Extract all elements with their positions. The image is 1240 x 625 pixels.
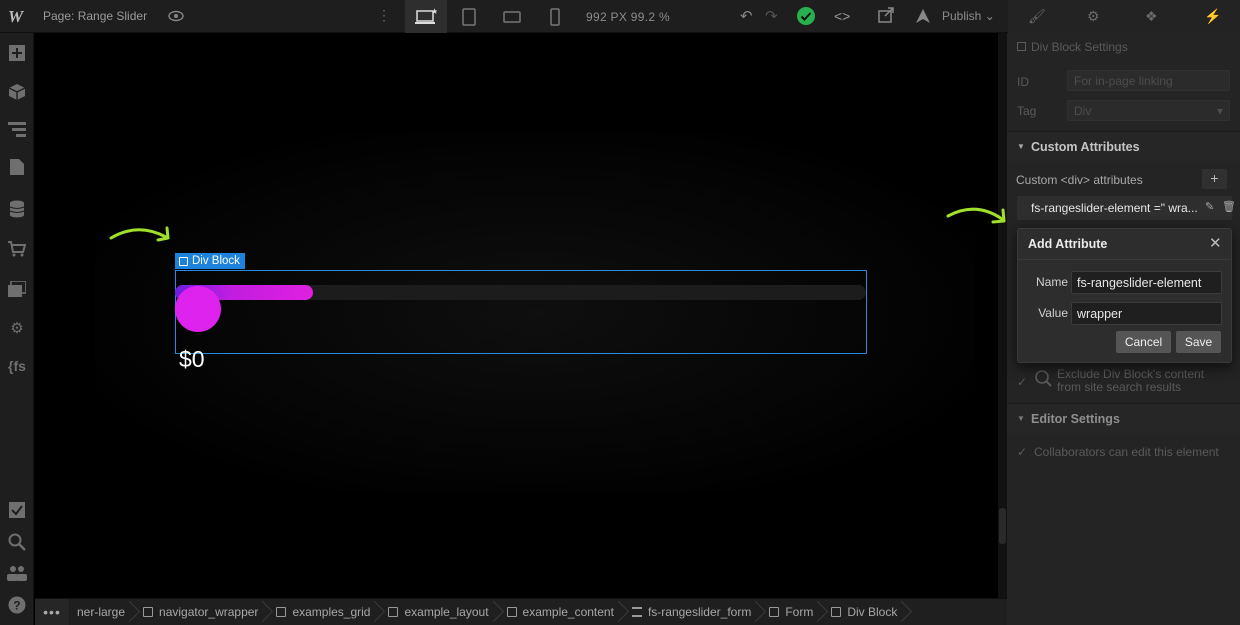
publish-button[interactable]: Publish ⌄	[942, 9, 995, 23]
tag-select[interactable]: Div ▾	[1067, 100, 1230, 121]
add-attribute-button[interactable]: +	[1202, 169, 1227, 189]
div-block-icon	[276, 607, 287, 617]
undo-icon[interactable]: ↶	[740, 7, 753, 25]
more-options-icon[interactable]: ⋮	[377, 7, 391, 24]
save-button[interactable]: Save	[1176, 331, 1221, 353]
collaborators-text: Collaborators can edit this element	[1034, 445, 1219, 459]
interactions-icon[interactable]: ❖	[1145, 8, 1158, 25]
saved-status-icon	[796, 6, 816, 30]
ecommerce-cart-icon[interactable]	[7, 239, 27, 259]
preview-eye-icon[interactable]	[168, 9, 184, 23]
value-label: Value	[1038, 306, 1068, 320]
collapse-triangle-icon: ▼	[1017, 142, 1025, 151]
settings-title: Div Block Settings	[1017, 40, 1128, 54]
form-icon	[631, 607, 642, 617]
annotation-arrow-left	[109, 226, 170, 242]
div-block-icon	[506, 607, 517, 617]
search-exclude-icon	[1034, 369, 1052, 390]
breadcrumb-item[interactable]: Div Block	[823, 599, 907, 625]
mobile-portrait-breakpoint-icon[interactable]	[534, 0, 576, 33]
div-block-icon	[1017, 42, 1026, 51]
assets-images-icon[interactable]	[7, 279, 27, 299]
add-panel-icon[interactable]	[7, 43, 27, 63]
tasks-check-icon[interactable]	[7, 500, 27, 520]
tablet-breakpoint-icon[interactable]	[448, 0, 490, 33]
settings-gear-icon[interactable]: ⚙	[1087, 8, 1100, 25]
check-icon: ✓	[1017, 375, 1028, 389]
settings-gear-icon[interactable]: ⚙	[7, 318, 27, 338]
div-block-icon	[179, 256, 188, 266]
modal-divider	[1018, 259, 1231, 260]
name-label: Name	[1035, 275, 1068, 289]
attribute-row[interactable]: fs-rangeslider-element =" wra... ✎ 🗑	[1017, 196, 1236, 220]
navigator-icon[interactable]	[7, 119, 27, 139]
style-brush-icon[interactable]: 🖌	[1028, 8, 1046, 25]
svg-text:?: ?	[13, 599, 20, 613]
svg-text:★: ★	[431, 8, 437, 16]
top-bar: W Page: Range Slider ⋮ ★ 992 PX 99.2 % ↶…	[0, 0, 1240, 33]
tag-label: Tag	[1017, 104, 1037, 118]
help-icon[interactable]: ?	[7, 595, 27, 615]
attribute-value-input[interactable]	[1071, 302, 1222, 325]
close-icon[interactable]: ✕	[1209, 234, 1222, 252]
scrollbar-thumb[interactable]	[999, 508, 1006, 544]
lightning-icon[interactable]: ⚡	[1204, 8, 1221, 25]
canvas-scrollbar[interactable]	[998, 33, 1007, 598]
breadcrumb-more-icon[interactable]: •••	[35, 599, 69, 625]
annotation-arrow-right	[946, 207, 1006, 224]
breadcrumb-item[interactable]: example_content	[499, 599, 624, 625]
pages-icon[interactable]	[7, 157, 27, 177]
left-toolbar: ⚙ {fs ?	[0, 33, 34, 625]
range-slider-handle[interactable]	[175, 286, 221, 332]
panel-tabs: 🖌 ⚙ ❖ ⚡	[1008, 0, 1240, 33]
edit-pencil-icon[interactable]: ✎	[1205, 200, 1214, 213]
cancel-button[interactable]: Cancel	[1116, 331, 1171, 353]
redo-icon[interactable]: ↷	[765, 7, 778, 25]
finsweet-fs-icon[interactable]: {fs	[7, 356, 27, 376]
canvas-dimensions: 992 PX 99.2 %	[586, 10, 670, 24]
webflow-logo[interactable]: W	[8, 7, 28, 27]
share-icon[interactable]	[877, 6, 895, 28]
search-icon[interactable]	[7, 532, 27, 552]
attribute-name-input[interactable]	[1071, 271, 1222, 294]
div-block-icon	[769, 607, 780, 617]
editor-settings-section[interactable]: ▼ Editor Settings	[1007, 403, 1240, 433]
div-block-icon	[388, 607, 399, 617]
trash-icon[interactable]: 🗑	[1222, 200, 1236, 213]
breadcrumb-item[interactable]: ner-large	[69, 599, 135, 625]
chevron-down-icon: ▾	[1216, 104, 1223, 118]
selected-element-tag[interactable]: Div Block	[175, 253, 245, 269]
id-label: ID	[1017, 75, 1029, 89]
selected-div-block-outline[interactable]	[175, 270, 867, 354]
div-block-icon	[143, 607, 154, 617]
users-icon[interactable]	[7, 563, 27, 583]
custom-attributes-label: Custom <div> attributes	[1016, 173, 1143, 187]
breadcrumb: ••• ner-large navigator_wrapper examples…	[35, 598, 1007, 625]
search-exclude-text: Exclude Div Block's content from site se…	[1057, 367, 1205, 394]
publish-rocket-icon	[915, 8, 931, 28]
breadcrumb-item[interactable]: navigator_wrapper	[135, 599, 268, 625]
symbols-cube-icon[interactable]	[7, 82, 27, 102]
range-slider-value: $0	[179, 346, 205, 372]
modal-title: Add Attribute	[1028, 237, 1108, 251]
page-selector[interactable]: Page: Range Slider	[43, 9, 147, 23]
cms-database-icon[interactable]	[7, 199, 27, 219]
chevron-down-icon: ⌄	[984, 9, 995, 23]
desktop-breakpoint-icon[interactable]: ★	[405, 0, 447, 33]
div-block-icon	[831, 607, 842, 617]
breadcrumb-item[interactable]: examples_grid	[268, 599, 380, 625]
mobile-landscape-breakpoint-icon[interactable]	[491, 0, 533, 33]
breadcrumb-item[interactable]: example_layout	[380, 599, 498, 625]
add-attribute-modal: Add Attribute ✕ Name Value Cancel Save	[1017, 228, 1232, 363]
id-field[interactable]: For in-page linking	[1067, 70, 1230, 91]
custom-attributes-section[interactable]: ▼ Custom Attributes	[1007, 131, 1240, 161]
check-icon: ✓	[1017, 445, 1028, 459]
code-export-icon[interactable]: <>	[834, 8, 850, 24]
collapse-triangle-icon: ▼	[1017, 414, 1025, 423]
breadcrumb-item[interactable]: fs-rangeslider_form	[624, 599, 761, 625]
breadcrumb-item[interactable]: Form	[761, 599, 823, 625]
